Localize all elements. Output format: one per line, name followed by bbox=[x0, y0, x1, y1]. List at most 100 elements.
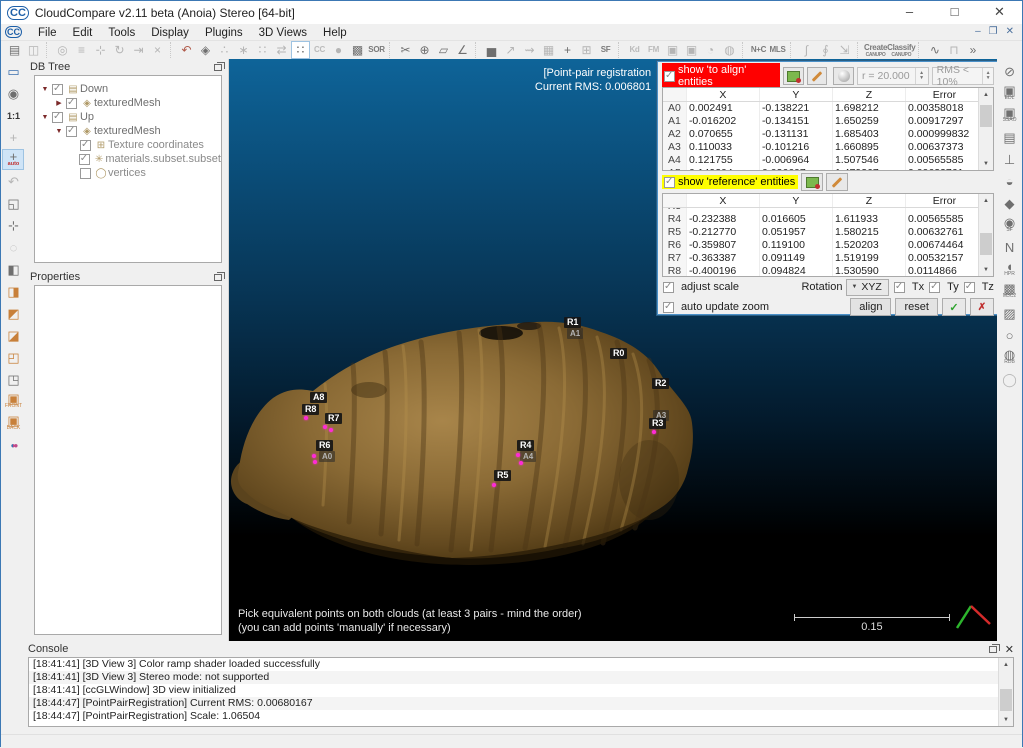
expander-icon[interactable]: ▼ bbox=[53, 128, 65, 135]
interactive-transformation-icon[interactable]: ⊕ bbox=[415, 41, 434, 59]
tree-node-texturedmesh[interactable]: ▼◈texturedMesh bbox=[35, 124, 221, 138]
checkbox-icon[interactable] bbox=[663, 282, 674, 293]
edl-filter-icon[interactable]: ▣EDL bbox=[999, 83, 1021, 104]
fullwave-analyze-icon[interactable]: ∿ bbox=[925, 41, 944, 59]
tree-node-up[interactable]: ▼▤Up bbox=[35, 110, 221, 124]
scroll-down-icon[interactable]: ▼ bbox=[999, 713, 1013, 726]
pan-mode-icon[interactable]: ⊹ bbox=[2, 215, 24, 236]
view-front-icon[interactable]: ▣FRONT bbox=[2, 391, 24, 412]
visibility-checkbox[interactable] bbox=[79, 154, 90, 165]
cloud-mesh-distance-icon[interactable]: ● bbox=[329, 41, 348, 59]
db-tree-content[interactable]: ▼▤Down▶◈texturedMesh▼▤Up▼◈texturedMesh⊞T… bbox=[34, 75, 222, 263]
fine-registration-icp-icon[interactable]: ⇄ bbox=[272, 41, 291, 59]
adjust-scale-checkbox[interactable]: adjust scale bbox=[662, 281, 739, 293]
normals-plugin-icon[interactable]: N bbox=[999, 237, 1021, 258]
float-panel-icon[interactable] bbox=[214, 64, 222, 71]
auto-pick-icon[interactable]: +auto bbox=[2, 149, 24, 170]
kd-tree-icon[interactable]: Kd bbox=[625, 41, 644, 59]
canupo-create-icon[interactable]: CreateCANUPO bbox=[864, 41, 887, 59]
menu-display[interactable]: Display bbox=[143, 27, 197, 39]
table-row-a5[interactable]: A50.1492040.0266071.4793670.00632761✗ bbox=[663, 167, 993, 171]
apply-transformation-icon[interactable]: ⊹ bbox=[91, 41, 110, 59]
console-close-icon[interactable]: ✕ bbox=[1005, 643, 1014, 656]
toolbar-overflow-icon[interactable]: » bbox=[963, 41, 982, 59]
menu-plugins[interactable]: Plugins bbox=[197, 27, 251, 39]
add-align-point-button[interactable] bbox=[783, 67, 804, 85]
segment-scissors-icon[interactable]: ✂ bbox=[396, 41, 415, 59]
scroll-up-icon[interactable]: ▲ bbox=[999, 658, 1013, 671]
fullwave-view-icon[interactable]: ⊓ bbox=[944, 41, 963, 59]
align-clouds-icon[interactable]: ∷ bbox=[253, 41, 272, 59]
delete-entity-icon[interactable]: × bbox=[148, 41, 167, 59]
point-marker-r6[interactable]: R6 bbox=[316, 440, 334, 451]
checkbox-icon[interactable] bbox=[929, 282, 940, 293]
scroll-thumb[interactable] bbox=[1000, 689, 1012, 711]
sor-filter-icon[interactable]: SOR bbox=[367, 41, 386, 59]
maximize-button[interactable]: □ bbox=[932, 1, 977, 24]
auto-update-zoom-checkbox[interactable]: auto update zoom bbox=[662, 301, 769, 313]
zoom-1-1-icon[interactable]: 1:1 bbox=[2, 105, 24, 126]
rdb-plugin-icon[interactable]: ◍RDB bbox=[999, 347, 1021, 368]
contour-plot-icon[interactable]: ∫ bbox=[797, 41, 816, 59]
visibility-checkbox[interactable] bbox=[66, 98, 77, 109]
global-shift-icon[interactable]: ◎ bbox=[53, 41, 72, 59]
pie-render-icon[interactable]: ◔ bbox=[701, 41, 720, 59]
menu-tools[interactable]: Tools bbox=[100, 27, 143, 39]
console-log[interactable]: [18:41:41] [3D View 3] Color ramp shader… bbox=[28, 657, 1014, 727]
merge-entities-icon[interactable]: ⇥ bbox=[129, 41, 148, 59]
sphere-render-icon[interactable]: ◍ bbox=[720, 41, 739, 59]
rotate-entity-icon[interactable]: ↻ bbox=[110, 41, 129, 59]
point-marker-r4[interactable]: R4 bbox=[517, 440, 535, 451]
clean-broom-plugin-icon[interactable]: ⊥ bbox=[999, 149, 1021, 170]
profile-extract-icon[interactable]: ⇝ bbox=[520, 41, 539, 59]
sphere-radius-spinner[interactable]: r = 20.000 ▲▼ bbox=[857, 67, 929, 85]
checkbox-icon[interactable] bbox=[663, 302, 674, 313]
view-back-icon[interactable]: ▣BACK bbox=[2, 413, 24, 434]
save-icon[interactable]: ◫ bbox=[24, 41, 43, 59]
image-export-icon[interactable]: ▣ bbox=[663, 41, 682, 59]
expander-icon[interactable]: ▶ bbox=[53, 99, 65, 107]
visibility-checkbox[interactable] bbox=[80, 140, 91, 151]
contour-extract-icon[interactable]: ∮ bbox=[816, 41, 835, 59]
checkbox-icon[interactable] bbox=[894, 282, 905, 293]
view-iso-1-icon[interactable]: ◧ bbox=[2, 259, 24, 280]
tree-node-vertices[interactable]: ◯vertices bbox=[35, 166, 221, 180]
tree-node-materials-subset-subset[interactable]: ✳materials.subset.subset bbox=[35, 152, 221, 166]
hpr-plugin-icon[interactable]: ◖HPR bbox=[999, 259, 1021, 280]
sf-statistics-icon[interactable]: ⊞ bbox=[577, 41, 596, 59]
menu-3d-views[interactable]: 3D Views bbox=[251, 27, 315, 39]
open-file-icon[interactable]: ▤ bbox=[5, 41, 24, 59]
close-button[interactable]: ✕ bbox=[977, 1, 1022, 24]
mdi-restore-button[interactable]: ❐ bbox=[989, 25, 998, 39]
validate-button[interactable]: ✓ bbox=[942, 298, 966, 316]
compute-octree-icon[interactable]: ∗ bbox=[234, 41, 253, 59]
add-reference-point-button[interactable] bbox=[801, 173, 823, 191]
cloud-cloud-distance-icon[interactable]: CC bbox=[310, 41, 329, 59]
clipping-box-icon[interactable]: ◱ bbox=[2, 193, 24, 214]
curve-fit-icon[interactable]: ↗ bbox=[501, 41, 520, 59]
3d-viewport[interactable]: [Point-pair registration Current RMS: 0.… bbox=[229, 59, 997, 641]
point-marker-r2[interactable]: R2 bbox=[652, 378, 670, 389]
table-row-r4[interactable]: R4-0.2323880.0166051.6119330.00565585✗ bbox=[663, 213, 993, 226]
point-marker-a8[interactable]: A8 bbox=[310, 392, 328, 403]
show-reference-checkbox[interactable]: show 'reference' entities bbox=[662, 175, 798, 189]
facets-fm-icon[interactable]: FM bbox=[644, 41, 663, 59]
video-export-icon[interactable]: ▣ bbox=[682, 41, 701, 59]
sf-plugin-icon[interactable]: ◉SF bbox=[999, 215, 1021, 236]
spinner-arrows-icon[interactable]: ▲▼ bbox=[915, 68, 928, 84]
visibility-checkbox[interactable] bbox=[52, 112, 63, 123]
zoom-magnifier-icon[interactable]: ◌ bbox=[2, 237, 24, 258]
visibility-checkbox[interactable] bbox=[80, 168, 91, 179]
visibility-checkbox[interactable] bbox=[66, 126, 77, 137]
checkbox-icon[interactable] bbox=[964, 282, 975, 293]
to-align-points-table[interactable]: XYZErrorA00.002491-0.1382211.6982120.003… bbox=[662, 87, 994, 171]
export-coords-icon[interactable]: ⇲ bbox=[835, 41, 854, 59]
edit-align-point-button[interactable] bbox=[807, 67, 828, 85]
normals-compute-icon[interactable]: N+C bbox=[749, 41, 768, 59]
point-marker-r1[interactable]: R1 bbox=[564, 317, 582, 328]
reset-button[interactable]: reset bbox=[895, 298, 937, 316]
view-iso-2-icon[interactable]: ◳ bbox=[2, 369, 24, 390]
cancel-registration-button[interactable]: ✗ bbox=[970, 298, 994, 316]
table-scrollbar[interactable]: ▲▼ bbox=[978, 194, 993, 276]
rotation-combo[interactable]: ▼ XYZ bbox=[846, 279, 888, 296]
